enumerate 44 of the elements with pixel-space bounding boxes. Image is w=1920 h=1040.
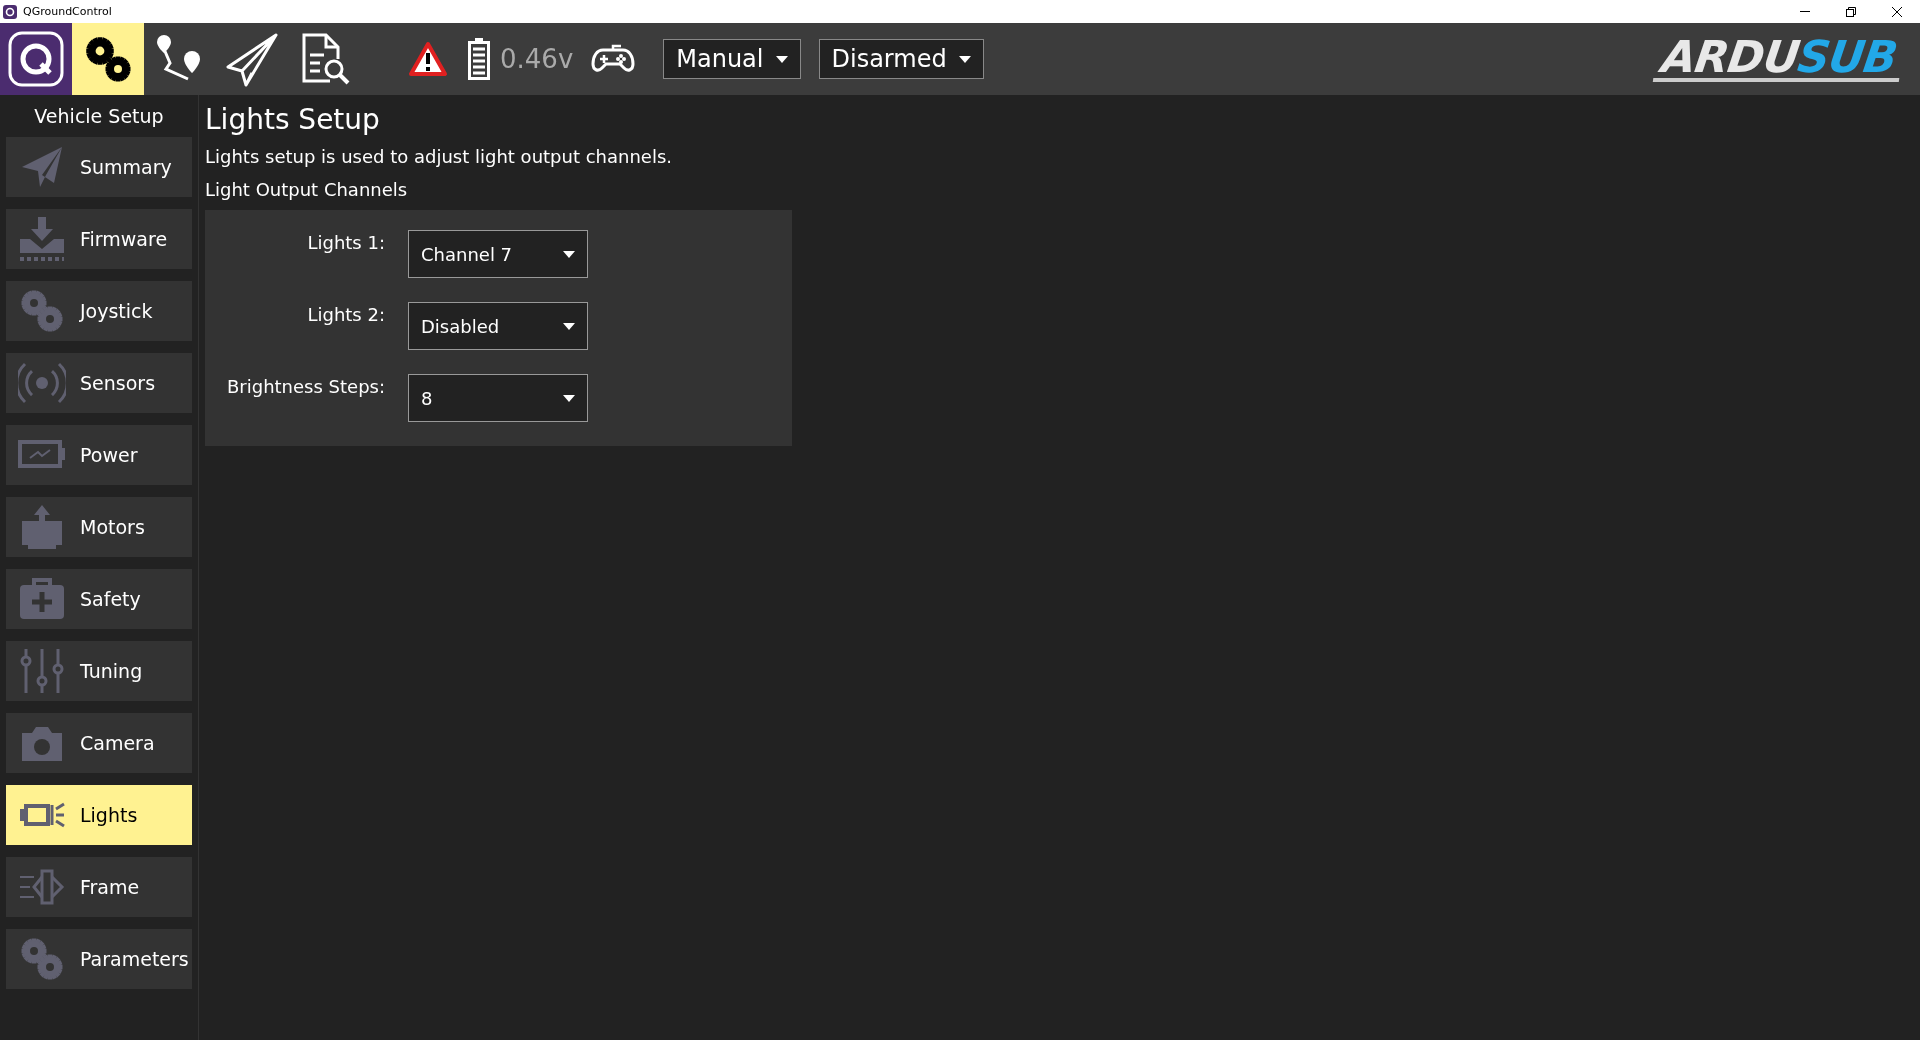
battery-voltage: 0.46v bbox=[500, 44, 574, 74]
dropdown-field[interactable]: Disabled bbox=[408, 302, 588, 350]
restore-icon[interactable] bbox=[1846, 6, 1856, 17]
gamepad-icon bbox=[591, 44, 636, 74]
app-menu-button[interactable] bbox=[0, 23, 72, 95]
sidebar-item[interactable]: Joystick bbox=[6, 281, 192, 341]
section-title: Light Output Channels bbox=[205, 179, 409, 200]
field-label: Brightness Steps: bbox=[225, 375, 385, 399]
sidebar-item[interactable]: Sensors bbox=[6, 353, 192, 413]
sidebar-item[interactable]: Parameters bbox=[6, 929, 192, 989]
caret-icon bbox=[775, 55, 788, 63]
download-icon bbox=[18, 215, 66, 263]
sidebar-item[interactable]: Frame bbox=[6, 857, 192, 917]
window-title: QGroundControl bbox=[23, 5, 112, 18]
sidebar-title: Vehicle Setup bbox=[34, 105, 164, 127]
toolbar-button[interactable] bbox=[72, 23, 144, 95]
paper-plane-icon bbox=[224, 31, 280, 87]
field-label: Lights 1: bbox=[306, 231, 385, 255]
dropdown-field[interactable]: 8 bbox=[408, 374, 588, 422]
sidebar-item[interactable]: Lights bbox=[6, 785, 192, 845]
caret-icon bbox=[563, 250, 575, 258]
sidebar-item[interactable]: Tuning bbox=[6, 641, 192, 701]
page-description: Lights setup is used to adjust light output channels. bbox=[205, 146, 674, 167]
sidebar-item[interactable]: Firmware bbox=[6, 209, 192, 269]
brand-logo: ARDUSUB bbox=[1652, 36, 1906, 82]
warning-icon bbox=[408, 41, 448, 77]
page-title: Lights Setup bbox=[205, 103, 381, 136]
battery-icon bbox=[468, 38, 490, 80]
app-icon bbox=[3, 4, 17, 19]
caret-icon bbox=[958, 55, 971, 63]
sidebar-item[interactable]: Motors bbox=[6, 497, 192, 557]
arm-state-dropdown[interactable]: Disarmed bbox=[818, 39, 984, 79]
sidebar-item[interactable]: Summary bbox=[6, 137, 192, 197]
sidebar-item[interactable]: Safety bbox=[6, 569, 192, 629]
field-label: Lights 2: bbox=[306, 303, 385, 327]
close-icon[interactable] bbox=[1892, 6, 1902, 17]
sidebar-item[interactable]: Camera bbox=[6, 713, 192, 773]
dropdown-field[interactable]: Channel 7 bbox=[408, 230, 588, 278]
caret-icon bbox=[563, 394, 575, 402]
sliders-icon bbox=[18, 647, 66, 695]
caret-icon bbox=[563, 322, 575, 330]
flight-mode-dropdown[interactable]: Manual bbox=[663, 39, 801, 79]
app-logo-icon bbox=[8, 31, 64, 87]
sidebar-item[interactable]: Power bbox=[6, 425, 192, 485]
